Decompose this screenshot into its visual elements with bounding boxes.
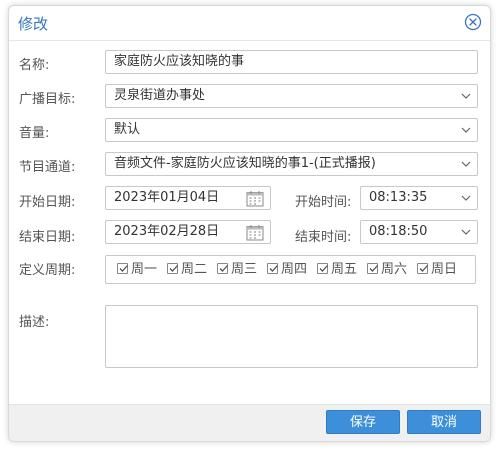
weekday-label: 周四: [281, 262, 308, 277]
channel-select-value: 音频文件-家庭防火应该知晓的事1-(正式播报): [114, 156, 376, 171]
name-input[interactable]: 家庭防火应该知晓的事: [105, 50, 478, 74]
weekday-label: 周一: [131, 262, 158, 277]
dialog-footer: 保存 取消: [9, 404, 490, 441]
end-date-input[interactable]: 2023年02月28日: [105, 220, 271, 244]
start-date-input[interactable]: 2023年01月04日: [105, 186, 271, 210]
weekday-checkbox-sun[interactable]: 周日: [417, 262, 457, 278]
checkbox-icon: [117, 263, 128, 274]
checkbox-icon: [417, 263, 428, 274]
checkbox-icon: [367, 263, 378, 274]
save-button[interactable]: 保存: [326, 410, 400, 434]
weekday-checkbox-mon[interactable]: 周一: [117, 262, 157, 278]
close-icon[interactable]: [464, 13, 482, 31]
checkbox-icon: [167, 263, 178, 274]
weekday-label: 周六: [381, 262, 408, 277]
weekday-checkbox-fri[interactable]: 周五: [317, 262, 357, 278]
dialog-title-bar: 修改: [9, 6, 490, 41]
checkbox-icon: [267, 263, 278, 274]
volume-label: 音量:: [19, 126, 50, 141]
calendar-icon[interactable]: [246, 224, 264, 241]
dialog-title: 修改: [18, 15, 49, 33]
chevron-down-icon: [461, 161, 471, 167]
weekday-label: 周二: [181, 262, 208, 277]
end-date-label: 结束日期:: [19, 230, 76, 245]
name-label: 名称:: [19, 58, 50, 73]
weekday-selector: 周一 周二 周三 周四 周五 周六 周日: [105, 255, 476, 284]
checkbox-icon: [317, 263, 328, 274]
end-time-label: 结束时间:: [295, 230, 352, 245]
channel-select[interactable]: 音频文件-家庭防火应该知晓的事1-(正式播报): [105, 152, 478, 176]
period-label: 定义周期:: [19, 263, 76, 278]
target-label: 广播目标:: [19, 92, 76, 107]
edit-dialog: 修改 名称: 家庭防火应该知晓的事 广播目标: 灵泉街道办事处 音量: 默认 节…: [8, 5, 491, 442]
channel-label: 节目通道:: [19, 160, 76, 175]
weekday-label: 周日: [431, 262, 458, 277]
weekday-label: 周三: [231, 262, 258, 277]
weekday-checkbox-tue[interactable]: 周二: [167, 262, 207, 278]
description-textarea[interactable]: [105, 305, 478, 368]
target-select[interactable]: 灵泉街道办事处: [105, 84, 478, 108]
start-date-value: 2023年01月04日: [114, 190, 220, 205]
weekday-checkbox-sat[interactable]: 周六: [367, 262, 407, 278]
start-date-label: 开始日期:: [19, 195, 76, 210]
chevron-down-icon: [461, 127, 471, 133]
description-label: 描述:: [19, 315, 50, 330]
chevron-down-icon: [461, 195, 471, 201]
calendar-icon[interactable]: [246, 190, 264, 207]
start-time-select[interactable]: 08:13:35: [360, 186, 478, 210]
chevron-down-icon: [461, 229, 471, 235]
volume-select[interactable]: 默认: [105, 118, 478, 142]
chevron-down-icon: [461, 93, 471, 99]
weekday-checkbox-thu[interactable]: 周四: [267, 262, 307, 278]
volume-select-value: 默认: [114, 122, 141, 137]
end-time-value: 08:18:50: [369, 224, 428, 239]
start-time-value: 08:13:35: [369, 190, 428, 205]
target-select-value: 灵泉街道办事处: [114, 88, 206, 103]
weekday-checkbox-wed[interactable]: 周三: [217, 262, 257, 278]
weekday-label: 周五: [331, 262, 358, 277]
end-time-select[interactable]: 08:18:50: [360, 220, 478, 244]
end-date-value: 2023年02月28日: [114, 224, 220, 239]
start-time-label: 开始时间:: [295, 195, 352, 210]
cancel-button[interactable]: 取消: [407, 410, 481, 434]
checkbox-icon: [217, 263, 228, 274]
